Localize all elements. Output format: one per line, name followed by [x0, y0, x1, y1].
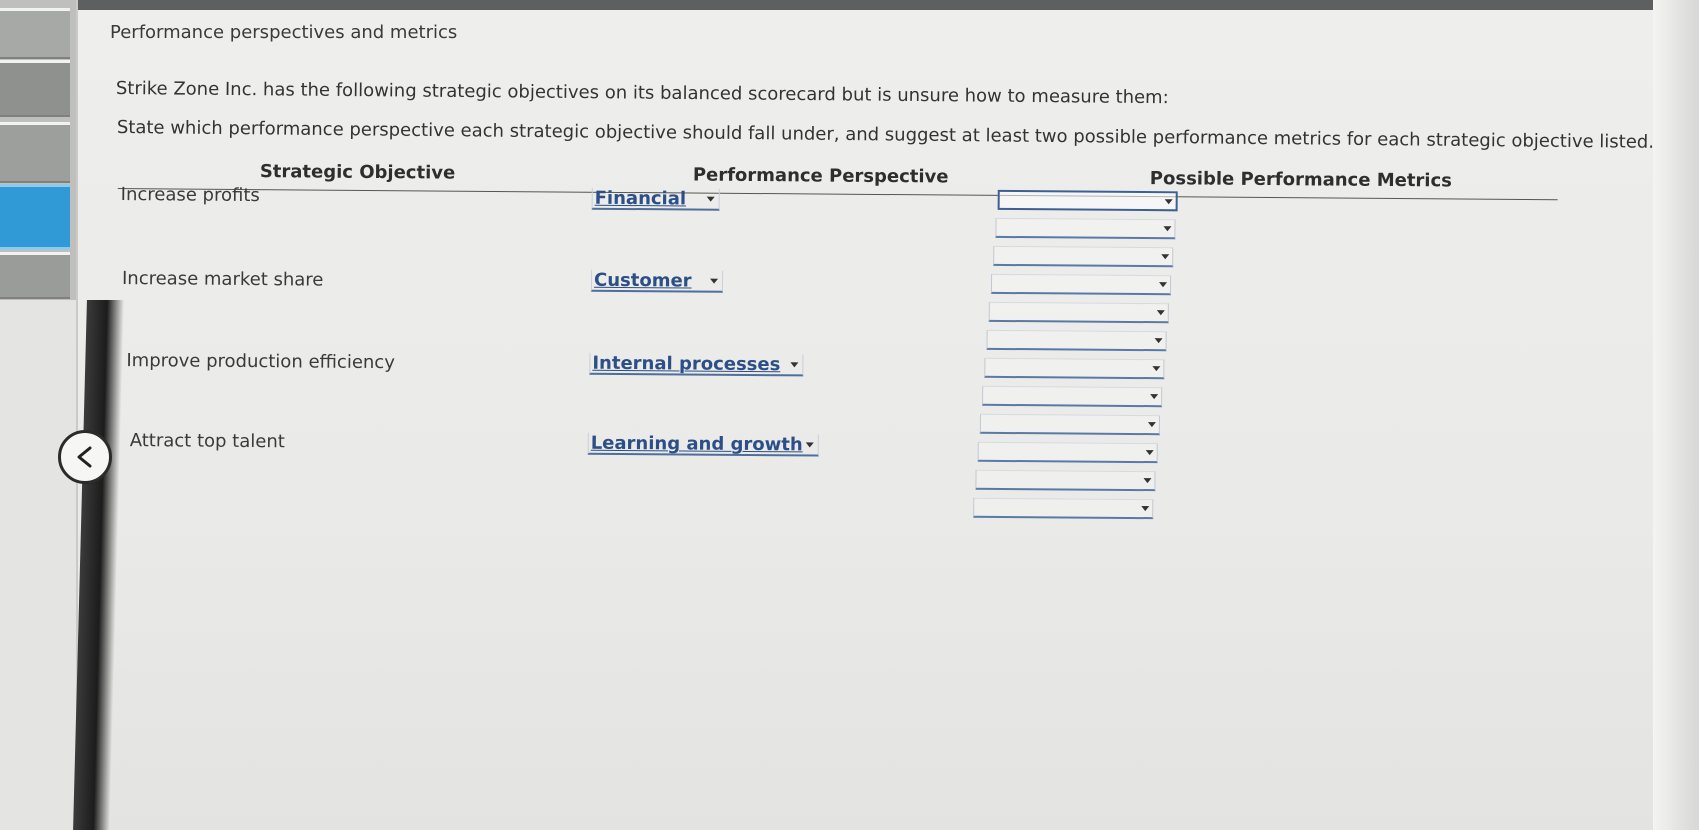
chevron-left-icon	[77, 446, 92, 468]
chevron-down-icon	[1154, 338, 1163, 344]
column-header-perspective: Performance Perspective	[692, 164, 949, 188]
objective-label: Attract top talent	[129, 430, 285, 453]
perspective-select-value: Financial	[594, 187, 687, 210]
metric-select[interactable]	[997, 189, 1178, 212]
chevron-down-icon	[790, 362, 799, 368]
metric-select[interactable]	[993, 245, 1174, 268]
chevron-down-icon	[1145, 450, 1154, 456]
chevron-down-icon	[710, 278, 719, 284]
metric-select[interactable]	[990, 273, 1172, 296]
chevron-down-icon	[706, 196, 715, 202]
chevron-down-icon	[805, 442, 814, 448]
metric-select[interactable]	[973, 497, 1154, 520]
metric-select[interactable]	[984, 357, 1165, 380]
chevron-down-icon	[1150, 394, 1159, 400]
metric-select[interactable]	[982, 385, 1163, 408]
screen-edge	[1653, 0, 1699, 830]
chevron-down-icon	[1156, 310, 1165, 316]
objective-label: Increase market share	[121, 268, 324, 291]
page-title: Performance perspectives and metrics	[110, 22, 458, 43]
sidebar-tab[interactable]	[0, 8, 70, 59]
metric-select[interactable]	[977, 441, 1158, 464]
sidebar-tab-active[interactable]	[0, 184, 70, 250]
perspective-select-value: Internal processes	[592, 352, 781, 376]
perspective-select-value: Customer	[593, 269, 692, 292]
perspective-select[interactable]: Internal processes	[589, 352, 804, 377]
sidebar-lower-area	[0, 300, 76, 830]
chevron-down-icon	[1141, 506, 1150, 512]
column-header-objective: Strategic Objective	[259, 161, 456, 184]
chevron-down-icon	[1143, 478, 1152, 484]
screen: Performance perspectives and metrics Str…	[0, 0, 1699, 830]
objective-label: Increase profits	[120, 184, 260, 207]
metric-select[interactable]	[988, 301, 1169, 324]
chevron-down-icon	[1164, 199, 1173, 205]
perspective-select[interactable]: Customer	[590, 269, 724, 293]
metric-select[interactable]	[975, 469, 1156, 492]
sidebar	[0, 0, 76, 830]
perspective-select[interactable]: Learning and growth	[587, 432, 819, 457]
chevron-down-icon	[1161, 254, 1170, 260]
metric-select[interactable]	[995, 217, 1176, 240]
chevron-down-icon	[1152, 366, 1161, 372]
metric-select[interactable]	[986, 329, 1167, 352]
objective-label: Improve production efficiency	[126, 350, 395, 374]
column-header-metrics: Possible Performance Metrics	[1149, 168, 1452, 192]
metric-select[interactable]	[979, 413, 1160, 436]
perspective-select[interactable]: Financial	[591, 187, 720, 211]
sidebar-tab[interactable]	[0, 60, 70, 117]
back-button[interactable]	[58, 430, 112, 484]
chevron-down-icon	[1147, 422, 1156, 428]
sidebar-tab[interactable]	[0, 122, 70, 183]
chevron-down-icon	[1163, 226, 1172, 232]
answer-table: Strategic Objective Performance Perspect…	[115, 156, 1558, 587]
chevron-down-icon	[1159, 282, 1168, 288]
perspective-select-value: Learning and growth	[590, 432, 803, 456]
sidebar-tab[interactable]	[0, 252, 70, 299]
